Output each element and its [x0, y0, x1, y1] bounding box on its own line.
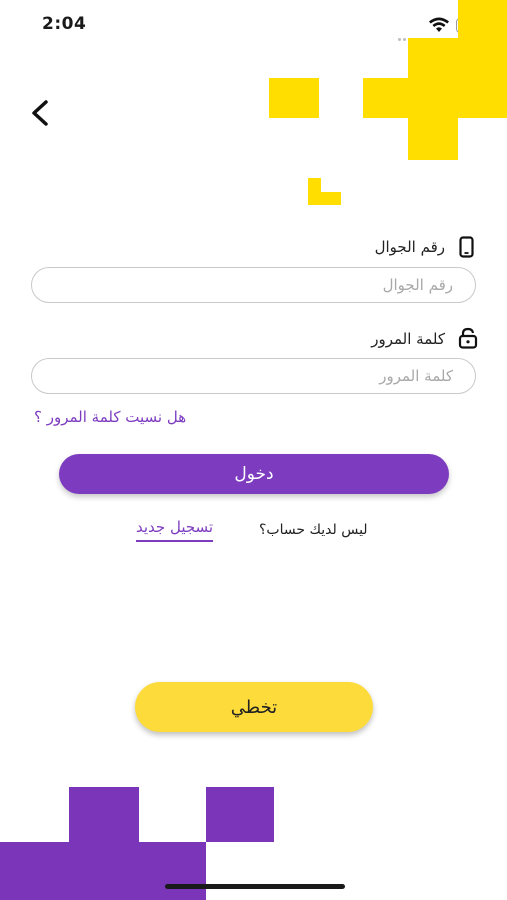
phone-icon — [459, 236, 474, 262]
chevron-left-icon[interactable] — [26, 98, 52, 132]
password-placeholder: كلمة المرور — [379, 367, 453, 385]
phone-label: رقم الجوال — [374, 238, 445, 256]
no-account-text: ليس لديك حساب؟ — [259, 522, 368, 538]
skip-button[interactable]: تخطي — [135, 682, 373, 732]
register-link[interactable]: تسجيل جديد — [136, 518, 214, 542]
password-input[interactable]: كلمة المرور — [31, 358, 476, 394]
wifi-icon — [428, 17, 450, 37]
home-indicator — [165, 884, 345, 889]
phone-placeholder: رقم الجوال — [382, 276, 453, 294]
login-button[interactable]: دخول — [59, 454, 449, 494]
lock-icon — [457, 327, 479, 353]
status-time: 2:04 — [42, 14, 87, 34]
password-label: كلمة المرور — [371, 330, 445, 348]
phone-input[interactable]: رقم الجوال — [31, 267, 476, 303]
forgot-password-link[interactable]: هل نسيت كلمة المرور ؟ — [34, 408, 186, 426]
